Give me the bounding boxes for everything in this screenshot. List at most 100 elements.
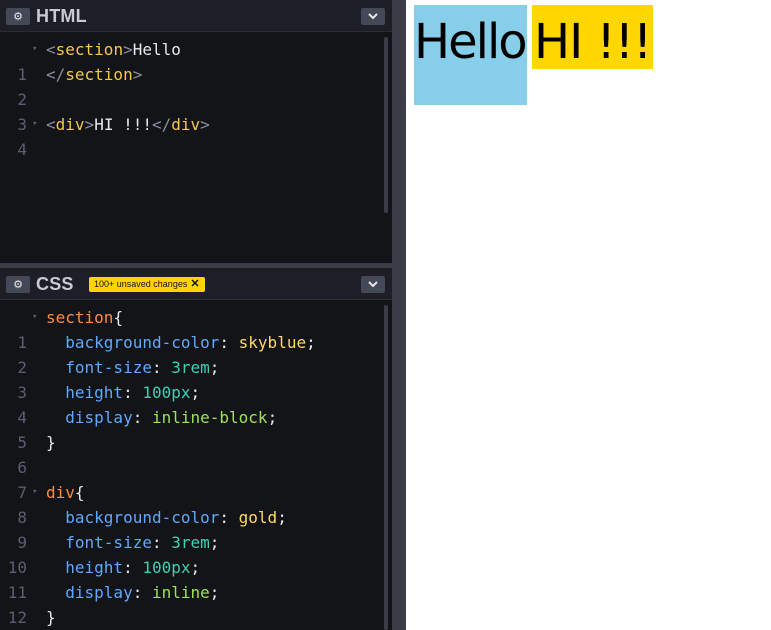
html-editor-panel: ⚙ HTML 1 ▾ <section>Hello 2 </section> 3: [0, 0, 392, 263]
code-line: 1 ▾ <section>Hello: [0, 37, 384, 84]
css-property: background-color: [65, 508, 220, 527]
badge-label: 100+ unsaved changes: [94, 279, 188, 289]
semicolon: ;: [267, 408, 278, 427]
code-text: </section>: [46, 62, 142, 87]
text-node: HI !!!: [94, 115, 152, 134]
css-property: display: [65, 583, 133, 602]
code-line: 7: [0, 455, 384, 502]
html-collapse-button[interactable]: [361, 8, 385, 25]
code-line: 13 }: [0, 605, 384, 630]
css-value: 100px: [142, 383, 191, 402]
html-panel-title: HTML: [36, 6, 87, 26]
colon: :: [123, 558, 143, 577]
code-text: background-color: skyblue;: [46, 330, 316, 355]
semicolon: ;: [209, 583, 220, 602]
editor-column: ⚙ HTML 1 ▾ <section>Hello 2 </section> 3: [0, 0, 392, 630]
colon: :: [151, 358, 172, 377]
tag-name: div: [55, 115, 85, 134]
code-line: 2 background-color: skyblue;: [0, 330, 384, 377]
fold-arrow-icon[interactable]: ▾: [32, 480, 37, 505]
code-text: font-size: 3rem;: [46, 355, 219, 380]
tag-bracket: >: [132, 65, 143, 84]
css-selector: section: [46, 308, 114, 327]
css-value: gold: [238, 508, 278, 527]
colon: :: [132, 583, 152, 602]
css-panel-title: CSS: [36, 274, 74, 294]
tag-bracket: >: [200, 115, 210, 134]
tag-name: div: [171, 115, 201, 134]
text-node: Hello: [132, 40, 181, 59]
brace: {: [113, 308, 124, 327]
code-text: display: inline-block;: [46, 405, 277, 430]
css-code-area[interactable]: 1 ▾ section{ 2 background-color: skyblue…: [0, 305, 384, 630]
html-panel-header: ⚙ HTML: [0, 0, 392, 32]
code-line: 11 height: 100px;: [0, 555, 384, 602]
code-line: 4 height: 100px;: [0, 380, 384, 427]
css-value: 3rem: [171, 533, 210, 552]
tag-bracket: <: [46, 40, 56, 59]
css-collapse-button[interactable]: [361, 276, 385, 293]
html-scrollbar[interactable]: [384, 37, 388, 213]
code-line: 3 font-size: 3rem;: [0, 355, 384, 402]
code-line: 8 ▾ div{: [0, 480, 384, 527]
css-editor-panel: ⚙ CSS 100+ unsaved changes ✕ 1 ▾ section{…: [0, 268, 392, 630]
code-text: height: 100px;: [46, 555, 200, 580]
brace: }: [46, 433, 56, 452]
line-number: 4: [17, 140, 27, 159]
code-line: 2 </section>: [0, 62, 384, 109]
fold-arrow-icon[interactable]: ▾: [32, 112, 37, 137]
brace: {: [74, 483, 85, 502]
code-line: 1 ▾ section{: [0, 305, 384, 352]
colon: :: [132, 408, 152, 427]
code-text: display: inline;: [46, 580, 219, 605]
code-text: background-color: gold;: [46, 505, 287, 530]
brace: }: [46, 608, 56, 627]
tag-bracket: </: [46, 65, 66, 84]
code-text: font-size: 3rem;: [46, 530, 219, 555]
preview-div-inline: HI !!!: [532, 5, 654, 69]
colon: :: [151, 533, 172, 552]
css-value: 3rem: [171, 358, 210, 377]
tag-name: section: [65, 65, 133, 84]
css-property: height: [65, 383, 124, 402]
code-text: section{: [46, 305, 123, 330]
html-code-area[interactable]: 1 ▾ <section>Hello 2 </section> 3 4 ▾ <d…: [0, 37, 384, 159]
code-text: <div>HI !!!</div>: [46, 112, 210, 137]
result-preview: Hello HI !!!: [406, 0, 771, 630]
css-settings-button[interactable]: ⚙: [6, 276, 30, 293]
preview-resize-handle[interactable]: [392, 0, 406, 630]
css-scrollbar[interactable]: [384, 305, 388, 630]
tag-name: section: [55, 40, 124, 59]
code-text: }: [46, 605, 56, 630]
colon: :: [219, 333, 239, 352]
semicolon: ;: [190, 383, 201, 402]
fold-arrow-icon[interactable]: ▾: [32, 305, 37, 330]
code-line: 6 }: [0, 430, 384, 477]
colon: :: [219, 508, 239, 527]
colon: :: [123, 383, 143, 402]
code-line: 10 font-size: 3rem;: [0, 530, 384, 577]
close-icon[interactable]: ✕: [190, 278, 199, 290]
tag-bracket: >: [123, 40, 133, 59]
code-line: 4 ▾ <div>HI !!!</div>: [0, 112, 384, 159]
css-value: 100px: [142, 558, 191, 577]
semicolon: ;: [306, 333, 316, 352]
fold-arrow-icon[interactable]: ▾: [32, 37, 37, 62]
css-selector: div: [46, 483, 75, 502]
gear-icon: ⚙: [13, 10, 23, 23]
html-settings-button[interactable]: ⚙: [6, 8, 30, 25]
code-line: 5 display: inline-block;: [0, 405, 384, 452]
css-value: inline-block: [151, 408, 268, 427]
chevron-down-icon: [368, 13, 378, 20]
code-text: div{: [46, 480, 85, 505]
css-property: font-size: [65, 358, 152, 377]
code-line: 9 background-color: gold;: [0, 505, 384, 552]
tag-bracket: >: [84, 115, 95, 134]
css-panel-header: ⚙ CSS 100+ unsaved changes ✕: [0, 268, 392, 300]
tag-bracket: </: [151, 115, 172, 134]
preview-section-block: Hello: [414, 5, 528, 105]
semicolon: ;: [209, 533, 220, 552]
css-property: display: [65, 408, 133, 427]
gear-icon: ⚙: [13, 278, 23, 291]
unsaved-changes-badge[interactable]: 100+ unsaved changes ✕: [89, 277, 205, 292]
